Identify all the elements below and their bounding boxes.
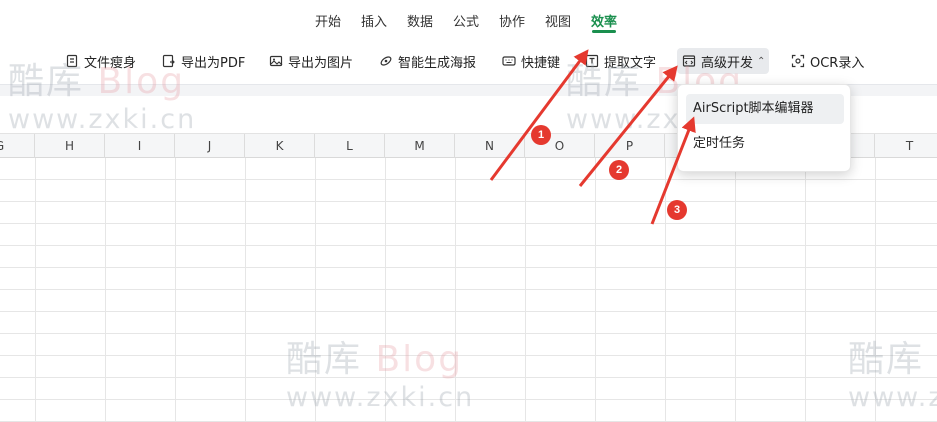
step-marker-1: 1 [531,125,551,145]
column-header[interactable]: P [595,134,665,158]
ribbon-toolbar: 文件瘦身 导出为PDF 导出为图片 智能生成海报 快捷键 提取文字 高级开发 ⌃… [0,38,937,84]
export-image-label: 导出为图片 [288,55,354,71]
keyboard-icon [501,53,517,69]
advanced-dev-label: 高级开发 [701,55,754,71]
menu-tab-efficiency[interactable]: 效率 [591,11,617,30]
column-header[interactable]: J [175,134,245,158]
export-image-button[interactable]: 导出为图片 [268,48,353,74]
airscript-editor-item[interactable]: AirScript脚本编辑器 [686,94,844,124]
export-pdf-button[interactable]: 导出为PDF [161,48,245,74]
column-header[interactable]: T [875,134,937,158]
pdf-export-icon [161,53,177,69]
menu-bar: 开始 插入 数据 公式 协作 视图 效率 [0,0,937,38]
menu-tab-insert[interactable]: 插入 [361,11,387,30]
column-header[interactable]: L [315,134,385,158]
image-export-icon [268,53,284,69]
spreadsheet-grid[interactable] [0,158,937,422]
step-marker-3: 3 [667,200,687,220]
poster-icon [378,53,394,69]
file-compress-icon [64,53,80,69]
ocr-input-button[interactable]: OCR录入 [790,48,864,74]
scheduled-task-item[interactable]: 定时任务 [686,129,844,159]
column-header[interactable]: G [0,134,35,158]
file-slim-label: 文件瘦身 [84,55,137,71]
menu-tab-collab[interactable]: 协作 [499,11,525,30]
shortcuts-label: 快捷键 [521,55,561,71]
column-header[interactable]: N [455,134,525,158]
file-slim-button[interactable]: 文件瘦身 [64,48,136,74]
column-header[interactable]: K [245,134,315,158]
column-header[interactable]: I [105,134,175,158]
column-header[interactable]: H [35,134,105,158]
ocr-input-label: OCR录入 [810,55,865,71]
menu-tab-data[interactable]: 数据 [407,11,433,30]
export-pdf-label: 导出为PDF [181,55,246,71]
menu-tab-formula[interactable]: 公式 [453,11,479,30]
column-header[interactable]: M [385,134,455,158]
smart-poster-button[interactable]: 智能生成海报 [378,48,476,74]
menu-tab-home[interactable]: 开始 [315,11,341,30]
extract-text-button[interactable]: 提取文字 [584,48,656,74]
advanced-dev-dropdown: AirScript脚本编辑器 定时任务 [677,84,851,172]
advanced-dev-button[interactable]: 高级开发 ⌃ [677,48,770,74]
chevron-up-icon: ⌃ [757,55,766,67]
extract-text-icon [584,53,600,69]
code-window-icon [681,53,697,69]
shortcuts-button[interactable]: 快捷键 [501,48,560,74]
step-marker-2: 2 [609,160,629,180]
menu-tab-view[interactable]: 视图 [545,11,571,30]
smart-poster-label: 智能生成海报 [398,55,477,71]
extract-text-label: 提取文字 [604,55,657,71]
active-tab-indicator [592,30,616,33]
scan-icon [790,53,806,69]
